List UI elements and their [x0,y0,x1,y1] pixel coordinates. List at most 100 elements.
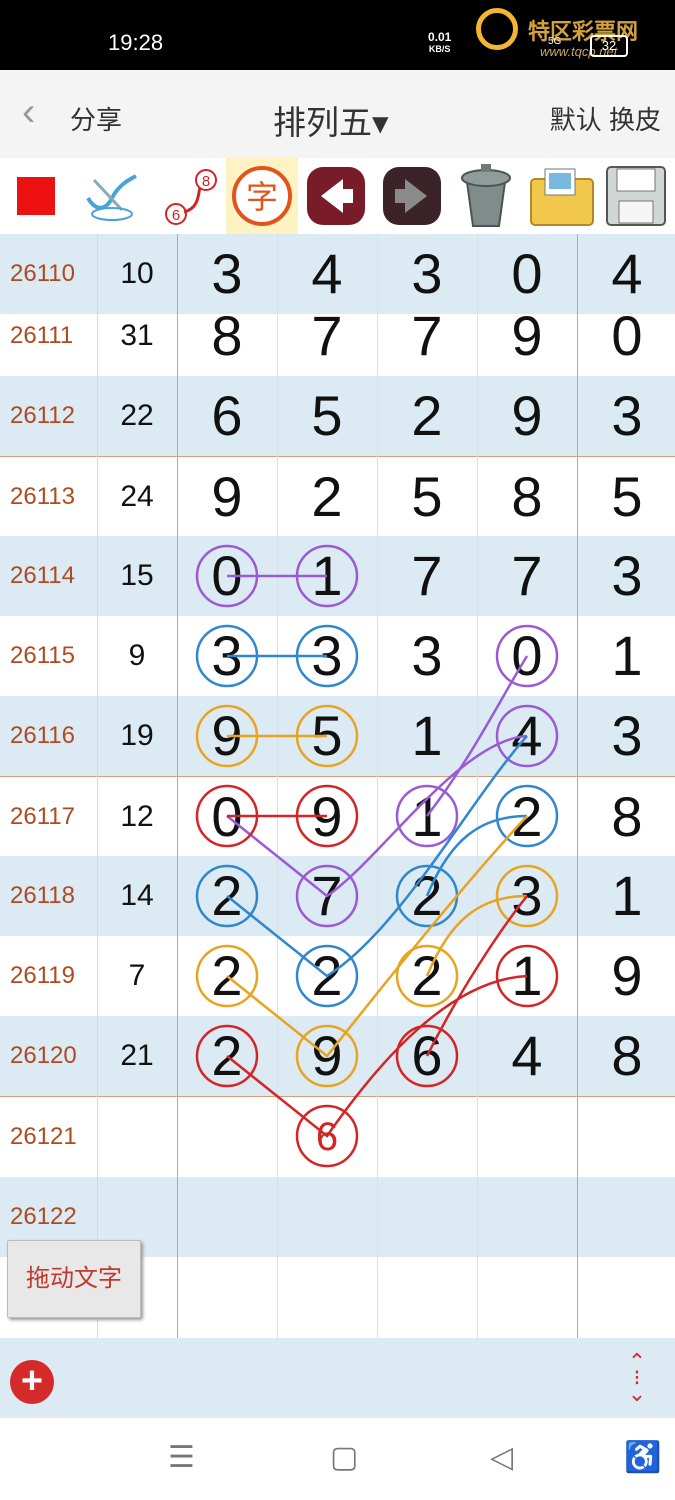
digit-cell[interactable]: 2 [177,856,277,936]
digit-cell[interactable]: 3 [577,536,675,616]
grid-divider [277,234,278,1338]
digit-cell[interactable]: 2 [177,936,277,1016]
photo-folder-icon[interactable] [526,158,598,234]
digit-cell[interactable]: 3 [577,696,675,776]
digit-cell[interactable]: 9 [477,296,577,376]
share-button[interactable]: 分享 [70,100,122,137]
table-row: 26117 12 0 9 1 2 8 [0,776,675,856]
digit-cell[interactable]: 0 [177,777,277,857]
digit-cell[interactable]: 9 [177,457,277,537]
menu-icon[interactable]: ☰ [168,1440,195,1475]
digit-cell[interactable]: 5 [577,457,675,537]
save-disk-icon[interactable] [600,158,672,234]
digit-cell[interactable]: 3 [277,616,377,696]
digit-cell[interactable]: 3 [177,616,277,696]
watermark-logo-icon [476,8,518,50]
digit-cell[interactable]: 0 [577,296,675,376]
digit-cell[interactable]: 2 [277,457,377,537]
back-icon[interactable]: ‹ [22,92,35,132]
battery-icon: 32 [590,35,628,57]
default-button[interactable]: 默认 [550,105,602,135]
digit-cell[interactable]: 1 [277,536,377,616]
skin-button[interactable]: 换皮 [609,105,661,135]
issue-number: 26120 [10,1042,77,1069]
digit-cell[interactable]: 9 [277,777,377,857]
toolbar: 6 8 字 [0,158,675,234]
digit-cell[interactable]: 2 [477,777,577,857]
digit-cell[interactable]: 6 [377,1016,477,1096]
grid-divider [577,234,578,1338]
network-speed-unit: KB/S [428,44,451,54]
issue-number: 26119 [10,962,75,989]
digit-cell[interactable]: 8 [177,296,277,376]
digit-cell[interactable]: 2 [177,1016,277,1096]
digit-cell[interactable]: 9 [477,376,577,456]
red-square-icon[interactable] [0,158,72,234]
table-row: 26112 22 6 5 2 9 3 [0,376,675,456]
digit-cell[interactable]: 1 [377,777,477,857]
digit-cell[interactable]: 1 [577,856,675,936]
left-arrow-icon[interactable] [300,158,372,234]
digit-cell[interactable]: 1 [377,696,477,776]
digit-cell[interactable]: 1 [477,936,577,1016]
page-title-dropdown[interactable]: 排列五▾ [273,96,389,144]
network-speed-value: 0.01 [428,30,452,44]
digit-cell[interactable]: 7 [277,296,377,376]
digit-cell[interactable]: 5 [277,376,377,456]
digit-cell[interactable]: 7 [377,296,477,376]
pen-check-icon[interactable] [76,158,148,234]
table-row: 26116 19 9 5 1 4 3 [0,696,675,776]
home-square-icon[interactable]: ▢ [330,1440,358,1475]
sum-value: 14 [120,879,154,912]
sum-value: 21 [120,1039,154,1072]
bottom-bar: + ⌃ ⁝ ⌄ [0,1338,675,1418]
right-arrow-icon[interactable] [376,158,448,234]
digit-cell[interactable]: 9 [577,936,675,1016]
plus-circle-icon[interactable]: + [10,1360,54,1404]
issue-number: 26111 [10,322,74,349]
digit-cell[interactable]: 3 [477,856,577,936]
accessibility-icon[interactable]: ♿ [624,1440,661,1475]
digit-cell[interactable]: 1 [577,616,675,696]
digit-cell[interactable]: 8 [577,777,675,857]
digit-cell[interactable]: 2 [377,936,477,1016]
digit-cell[interactable]: 4 [477,1016,577,1096]
digit-cell[interactable]: 4 [477,696,577,776]
predicted-digit-cell[interactable]: 6 [277,1097,377,1177]
digit-cell[interactable]: 6 [177,376,277,456]
digit-cell[interactable]: 2 [377,376,477,456]
signal-5g: 5G [548,36,562,47]
expand-vertical-icon[interactable]: ⌃ ⁝ ⌄ [620,1351,654,1406]
digit-cell[interactable]: 2 [277,936,377,1016]
digit-cell[interactable]: 9 [277,1016,377,1096]
sum-value: 31 [120,319,154,352]
digit-cell[interactable]: 0 [477,616,577,696]
digit-cell[interactable]: 8 [577,1016,675,1096]
digit-cell[interactable]: 2 [377,856,477,936]
title-bar: ‹ 分享 排列五▾ 默认 换皮 [0,70,675,159]
char-zi-icon[interactable]: 字 [226,158,298,234]
connect-6-8-icon[interactable]: 6 8 [152,158,224,234]
drag-text-button[interactable]: 拖动文字 [7,1240,141,1318]
digit-cell[interactable]: 9 [177,696,277,776]
status-time: 19:28 [108,30,164,55]
digit-cell[interactable]: 5 [277,696,377,776]
sum-value: 12 [120,800,154,833]
digit-cell[interactable]: 3 [377,616,477,696]
digit-cell[interactable]: 0 [177,536,277,616]
issue-number: 26113 [10,483,75,510]
issue-number: 26114 [10,562,75,589]
digit-cell[interactable]: 7 [477,536,577,616]
digit-cell[interactable]: 7 [277,856,377,936]
digit-cell[interactable]: 5 [377,457,477,537]
sum-value: 22 [120,399,154,432]
digit-cell[interactable]: 3 [577,376,675,456]
digit-cell[interactable]: 8 [477,457,577,537]
table-row: 26119 7 2 2 2 1 9 [0,936,675,1016]
digit-cell[interactable]: 7 [377,536,477,616]
grid-divider [477,234,478,1338]
table-row: 26120 21 2 9 6 4 8 [0,1016,675,1096]
trash-icon[interactable] [450,158,522,234]
back-triangle-icon[interactable]: ◁ [490,1440,513,1475]
sum-value: 15 [120,559,154,592]
